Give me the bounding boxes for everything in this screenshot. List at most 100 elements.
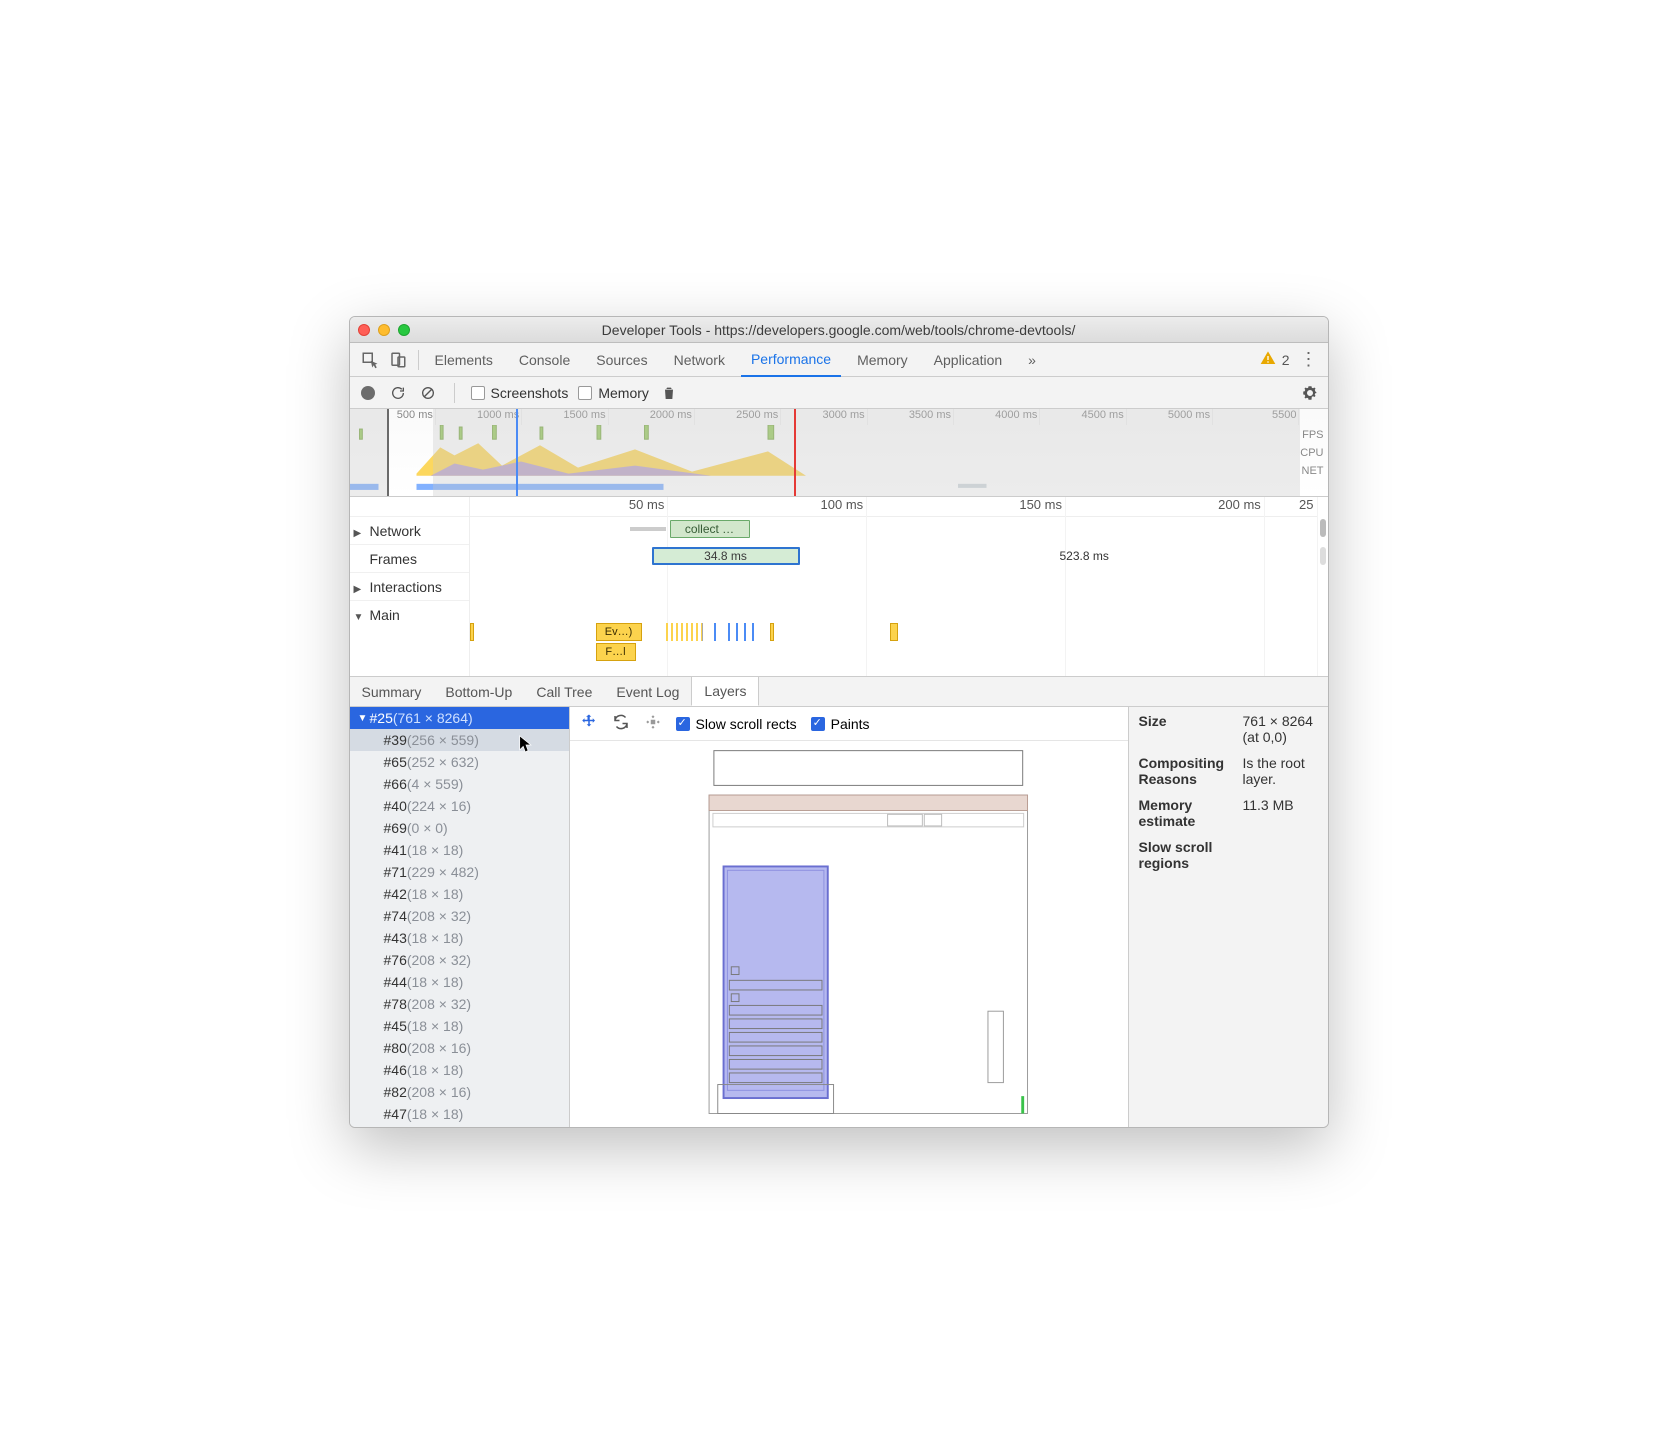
paints-checkbox[interactable]: Paints <box>811 716 870 732</box>
layer-dimensions: (4 × 559) <box>407 776 463 792</box>
layer-tree-item[interactable]: #44(18 × 18) <box>350 971 569 993</box>
main-event[interactable] <box>736 623 738 641</box>
layer-tree-item[interactable]: ▼#25(761 × 8264) <box>350 707 569 729</box>
warning-count[interactable]: 2 <box>1282 352 1290 368</box>
tabbar-right: 2 ⋮ <box>1260 349 1322 370</box>
main-event[interactable]: F…l <box>596 643 636 661</box>
layer-3d-viewer[interactable] <box>570 741 1128 1127</box>
tab-console[interactable]: Console <box>509 343 580 377</box>
zoom-icon[interactable] <box>398 324 410 336</box>
minimize-icon[interactable] <box>378 324 390 336</box>
main-event[interactable] <box>666 623 706 641</box>
layer-dimensions: (208 × 16) <box>407 1040 471 1056</box>
layer-tree[interactable]: ▼#25(761 × 8264)#39(256 × 559)#65(252 × … <box>350 707 570 1127</box>
layer-tree-item[interactable]: #42(18 × 18) <box>350 883 569 905</box>
lane-interactions[interactable]: Interactions <box>350 573 469 601</box>
selection-handle-right[interactable] <box>794 409 796 496</box>
selection-handle-left[interactable] <box>387 409 389 496</box>
layer-tree-item[interactable]: #76(208 × 32) <box>350 949 569 971</box>
tab-layers[interactable]: Layers <box>691 677 759 706</box>
tab-summary[interactable]: Summary <box>350 677 434 706</box>
overview-timeline[interactable]: 500 ms 1000 ms 1500 ms 2000 ms 2500 ms 3… <box>350 409 1328 497</box>
tab-application[interactable]: Application <box>924 343 1013 377</box>
layer-tree-item[interactable]: #82(208 × 16) <box>350 1081 569 1103</box>
layer-tree-item[interactable]: #45(18 × 18) <box>350 1015 569 1037</box>
main-event[interactable] <box>744 623 746 641</box>
layer-tree-item[interactable]: #78(208 × 32) <box>350 993 569 1015</box>
layer-tree-item[interactable]: #43(18 × 18) <box>350 927 569 949</box>
caret-down-icon: ▼ <box>356 713 370 724</box>
tab-sources[interactable]: Sources <box>586 343 657 377</box>
pan-icon[interactable] <box>580 713 598 734</box>
scrollbar[interactable] <box>1320 547 1326 565</box>
overview-shade-left <box>350 409 387 496</box>
frame-bar[interactable]: 34.8 ms <box>652 547 800 565</box>
lane-frames[interactable]: Frames <box>350 545 469 573</box>
warning-icon[interactable] <box>1260 350 1276 369</box>
flamechart[interactable]: Network Frames Interactions Main 50 ms 1… <box>350 497 1328 677</box>
layer-details: Size 761 × 8264 (at 0,0) Compositing Rea… <box>1128 707 1328 1127</box>
label-cpu: CPU <box>1300 447 1323 459</box>
kebab-icon[interactable]: ⋮ <box>1296 349 1322 370</box>
lane-main[interactable]: Main <box>350 601 469 629</box>
slow-scroll-checkbox[interactable]: Slow scroll rects <box>676 716 797 732</box>
flame-lanes[interactable]: 50 ms 100 ms 150 ms 200 ms 25 collect … … <box>470 497 1328 676</box>
layer-tree-item[interactable]: #46(18 × 18) <box>350 1059 569 1081</box>
tab-bottom-up[interactable]: Bottom-Up <box>433 677 524 706</box>
caret-right-icon <box>354 523 366 539</box>
layer-tree-item[interactable]: #41(18 × 18) <box>350 839 569 861</box>
layer-tree-item[interactable]: #39(256 × 559) <box>350 729 569 751</box>
device-toggle-icon[interactable] <box>384 346 412 374</box>
layer-tree-item[interactable]: #69(0 × 0) <box>350 817 569 839</box>
record-button[interactable] <box>358 383 378 403</box>
layer-tree-item[interactable]: #47(18 × 18) <box>350 1103 569 1125</box>
screenshots-label: Screenshots <box>491 385 569 401</box>
tab-call-tree[interactable]: Call Tree <box>524 677 604 706</box>
screenshots-checkbox[interactable]: Screenshots <box>471 385 569 401</box>
main-event[interactable] <box>714 623 716 641</box>
trash-icon[interactable] <box>659 383 679 403</box>
clear-button[interactable] <box>418 383 438 403</box>
network-request-bar[interactable]: collect … <box>670 520 750 538</box>
tab-elements[interactable]: Elements <box>425 343 503 377</box>
reset-view-icon[interactable] <box>644 713 662 734</box>
tick: 200 ms <box>1066 497 1265 516</box>
main-event[interactable] <box>890 623 898 641</box>
layer-id: #41 <box>384 842 407 858</box>
divider <box>454 383 455 403</box>
main-event[interactable] <box>752 623 754 641</box>
inspect-icon[interactable] <box>356 346 384 374</box>
divider <box>418 350 419 370</box>
main-event[interactable] <box>770 623 774 641</box>
layer-id: #45 <box>384 1018 407 1034</box>
layer-viewer-pane: Slow scroll rects Paints <box>570 707 1128 1127</box>
layer-tree-item[interactable]: #71(229 × 482) <box>350 861 569 883</box>
close-icon[interactable] <box>358 324 370 336</box>
checkbox-checked-icon <box>676 717 690 731</box>
memory-checkbox[interactable]: Memory <box>578 385 649 401</box>
layer-tree-item[interactable]: #66(4 × 559) <box>350 773 569 795</box>
tab-event-log[interactable]: Event Log <box>604 677 691 706</box>
main-event[interactable]: Ev…) <box>596 623 642 641</box>
layer-tree-item[interactable]: #74(208 × 32) <box>350 905 569 927</box>
layer-tree-item[interactable]: #65(252 × 632) <box>350 751 569 773</box>
layer-dimensions: (18 × 18) <box>407 886 463 902</box>
rotate-icon[interactable] <box>612 713 630 734</box>
tab-performance[interactable]: Performance <box>741 343 841 377</box>
details-key-reasons: Compositing Reasons <box>1139 755 1235 787</box>
scrollbar[interactable] <box>1320 519 1326 537</box>
main-event[interactable] <box>470 623 474 641</box>
selection-handle-mid[interactable] <box>516 409 518 496</box>
layer-tree-item[interactable]: #40(224 × 16) <box>350 795 569 817</box>
layer-dimensions: (256 × 559) <box>407 732 479 748</box>
lane-network[interactable]: Network <box>350 517 469 545</box>
reload-button[interactable] <box>388 383 408 403</box>
layer-tree-item[interactable]: #80(208 × 16) <box>350 1037 569 1059</box>
tab-network[interactable]: Network <box>664 343 735 377</box>
tab-memory[interactable]: Memory <box>847 343 918 377</box>
tabs-overflow[interactable]: » <box>1018 343 1046 377</box>
main-event[interactable] <box>728 623 730 641</box>
label-net: NET <box>1300 465 1323 477</box>
gear-icon[interactable] <box>1300 383 1320 403</box>
main-event[interactable] <box>702 623 703 641</box>
